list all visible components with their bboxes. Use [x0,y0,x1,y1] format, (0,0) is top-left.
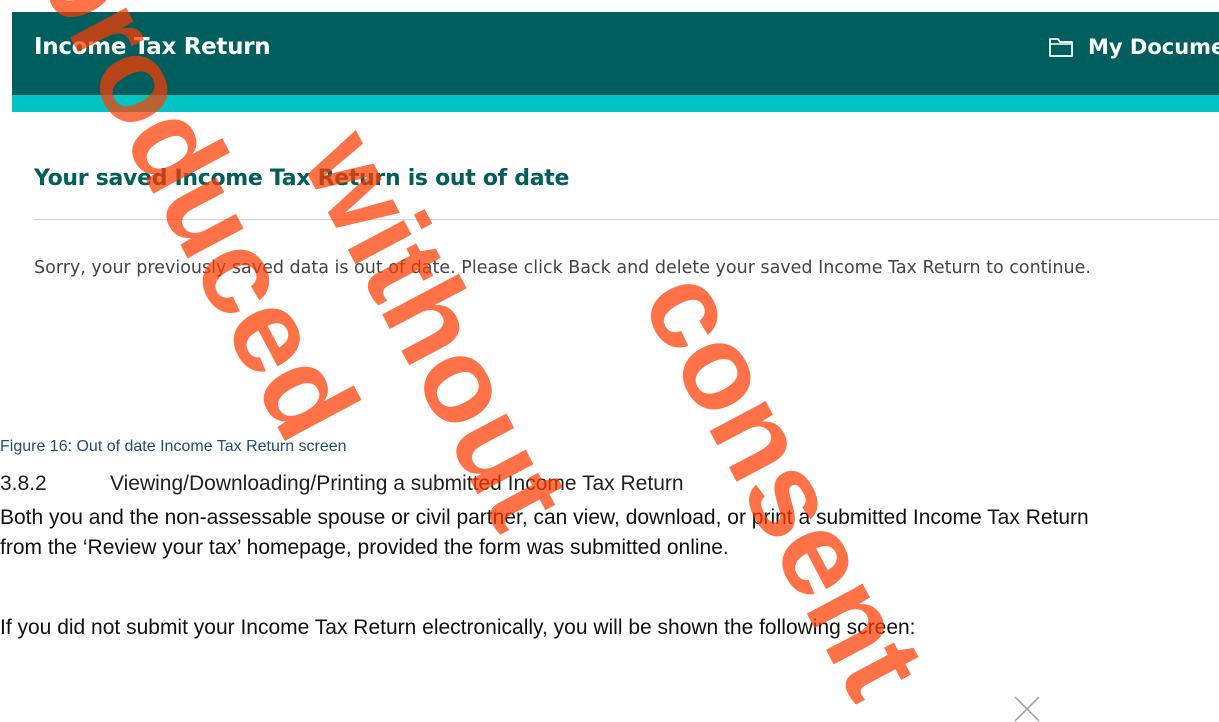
page-heading: Your saved Income Tax Return is out of d… [34,166,570,191]
section-title: Viewing/Downloading/Printing a submitted… [110,472,684,495]
folder-icon [1049,38,1073,57]
section-heading: 3.8.2 Viewing/Downloading/Printing a subm… [0,472,684,496]
header-accent-bar [12,95,1219,112]
close-icon[interactable] [1012,694,1042,722]
app-header: Income Tax Return My Docume [12,12,1219,95]
embedded-screenshot: Income Tax Return My Docume Your saved I… [12,0,1219,320]
message-text: Sorry, your previously saved data is out… [34,258,1091,278]
paragraph: If you did not submit your Income Tax Re… [0,616,916,639]
divider [34,219,1219,220]
paragraph: Both you and the non-assessable spouse o… [0,506,1089,559]
my-documents-link[interactable]: My Docume [1048,32,1219,62]
app-title: Income Tax Return [34,34,271,60]
figure-caption: Figure 16: Out of date Income Tax Return… [0,438,347,455]
my-documents-label: My Docume [1088,35,1219,59]
section-number: 3.8.2 [0,472,47,495]
